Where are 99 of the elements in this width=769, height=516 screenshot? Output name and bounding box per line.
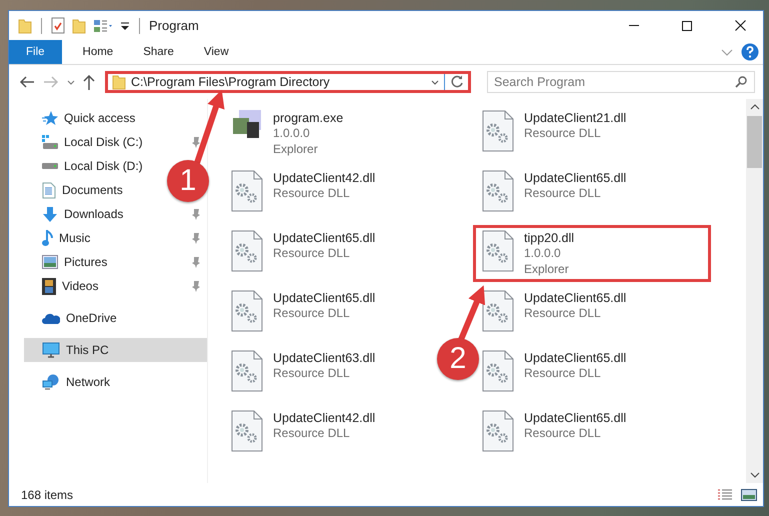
file-name[interactable]: UpdateClient21.dll (524, 111, 626, 125)
pin-icon[interactable] (192, 256, 200, 268)
search-field[interactable]: Search Program (487, 71, 755, 93)
download-arrow-icon (42, 206, 58, 222)
file-name[interactable]: UpdateClient42.dll (273, 171, 376, 185)
gear-file-icon[interactable] (482, 110, 514, 152)
nav-item[interactable]: Documents (18, 178, 130, 202)
file-detail: Explorer (524, 261, 569, 277)
dropdown-caret-icon[interactable] (431, 80, 439, 84)
minimize-icon (629, 25, 639, 26)
drive-icon (42, 163, 58, 169)
nav-item[interactable]: Quick access (24, 106, 142, 130)
file-name[interactable]: UpdateClient65.dll (524, 351, 626, 365)
file-detail: Resource DLL (524, 425, 601, 441)
close-icon (734, 20, 746, 31)
gear-file-icon[interactable] (231, 170, 263, 212)
nav-item[interactable]: Local Disk (C:) (18, 130, 207, 154)
search-icon[interactable] (735, 76, 747, 88)
pin-icon[interactable] (192, 232, 200, 244)
film-icon (42, 278, 56, 294)
file-name[interactable]: tipp20.dll (524, 231, 574, 245)
scroll-down-icon[interactable] (750, 472, 760, 478)
file-detail: Resource DLL (273, 185, 350, 201)
details-view-icon[interactable] (717, 488, 733, 500)
new-folder-icon[interactable] (72, 18, 86, 34)
nav-item[interactable]: Pictures (18, 250, 207, 274)
file-detail: 1.0.0.0 (273, 125, 310, 141)
star-icon (42, 110, 58, 126)
file-name[interactable]: UpdateClient65.dll (524, 171, 626, 185)
pin-icon[interactable] (192, 280, 200, 292)
window-title: Program (149, 18, 199, 33)
file-name[interactable]: UpdateClient42.dll (273, 411, 376, 425)
folder-icon[interactable] (18, 18, 32, 34)
file-detail: Resource DLL (273, 425, 350, 441)
item-count: 168 items (21, 488, 74, 502)
computer-icon (42, 342, 60, 358)
up-arrow-icon[interactable] (83, 74, 95, 90)
file-name[interactable]: UpdateClient65.dll (273, 291, 376, 305)
back-arrow-icon[interactable] (19, 76, 35, 88)
nav-item[interactable]: Music (18, 226, 207, 250)
properties-icon[interactable] (51, 17, 65, 34)
file-item[interactable]: tipp20.dll 1.0.0.0 Explorer (473, 225, 711, 282)
file-detail: Resource DLL (273, 245, 350, 261)
gear-file-icon[interactable] (482, 350, 514, 392)
address-bar[interactable]: C:\Program Files\Program Directory (105, 71, 471, 93)
file-detail: Resource DLL (273, 305, 350, 321)
expand-ribbon-icon[interactable] (721, 48, 733, 56)
ribbon-tab[interactable]: Home (68, 40, 128, 64)
file-name[interactable]: program.exe (273, 111, 344, 125)
scroll-thumb[interactable] (747, 116, 762, 168)
refresh-icon[interactable] (450, 75, 464, 89)
gear-file-icon[interactable] (231, 230, 263, 272)
gear-file-icon[interactable] (231, 410, 263, 452)
pin-icon[interactable] (192, 136, 200, 148)
ribbon-tab[interactable]: Share (128, 40, 189, 64)
file-detail: Resource DLL (524, 125, 601, 141)
gear-file-icon[interactable] (231, 350, 263, 392)
gear-file-icon[interactable] (482, 290, 514, 332)
large-icons-view-icon[interactable] (741, 488, 757, 500)
recent-caret-icon[interactable] (67, 80, 75, 84)
program-icon[interactable] (233, 110, 261, 138)
file-detail: Resource DLL (524, 365, 601, 381)
network-icon (42, 374, 60, 390)
file-detail: 1.0.0.0 (524, 245, 561, 261)
ribbon-tab[interactable]: View (188, 40, 244, 64)
scrollbar[interactable] (746, 99, 763, 483)
music-note-icon (42, 230, 53, 246)
file-detail: Resource DLL (524, 185, 601, 201)
gear-file-icon[interactable] (482, 230, 514, 272)
file-name[interactable]: UpdateClient63.dll (273, 351, 376, 365)
nav-item[interactable]: OneDrive (24, 306, 124, 330)
nav-item[interactable]: Network (24, 370, 118, 394)
nav-item[interactable]: Downloads (18, 202, 207, 226)
file-name[interactable]: UpdateClient65.dll (524, 411, 626, 425)
file-name[interactable]: UpdateClient65.dll (273, 231, 376, 245)
document-icon (42, 182, 56, 198)
cloud-icon (42, 312, 60, 324)
nav-item[interactable]: Local Disk (D:) (18, 154, 150, 178)
gear-file-icon[interactable] (482, 170, 514, 212)
address-path: C:\Program Files\Program Directory (131, 75, 330, 89)
file-menu-button[interactable]: File (9, 40, 62, 64)
forward-arrow-icon[interactable] (43, 76, 59, 88)
customize-caret-icon[interactable] (120, 20, 130, 30)
maximize-icon (682, 20, 692, 30)
nav-item[interactable]: This PC (24, 338, 207, 362)
file-detail: Resource DLL (273, 365, 350, 381)
drive-icon (42, 135, 58, 149)
file-detail: Explorer (273, 141, 318, 157)
pin-icon[interactable] (192, 208, 200, 220)
view-icon[interactable] (93, 18, 113, 32)
nav-item[interactable]: Videos (18, 274, 207, 298)
scroll-up-icon[interactable] (750, 104, 760, 110)
folder-icon (112, 74, 126, 90)
gear-file-icon[interactable] (231, 290, 263, 332)
help-icon[interactable] (741, 43, 759, 61)
pictures-icon (42, 255, 58, 269)
file-name[interactable]: UpdateClient65.dll (524, 291, 626, 305)
file-detail: Resource DLL (524, 305, 601, 321)
gear-file-icon[interactable] (482, 410, 514, 452)
